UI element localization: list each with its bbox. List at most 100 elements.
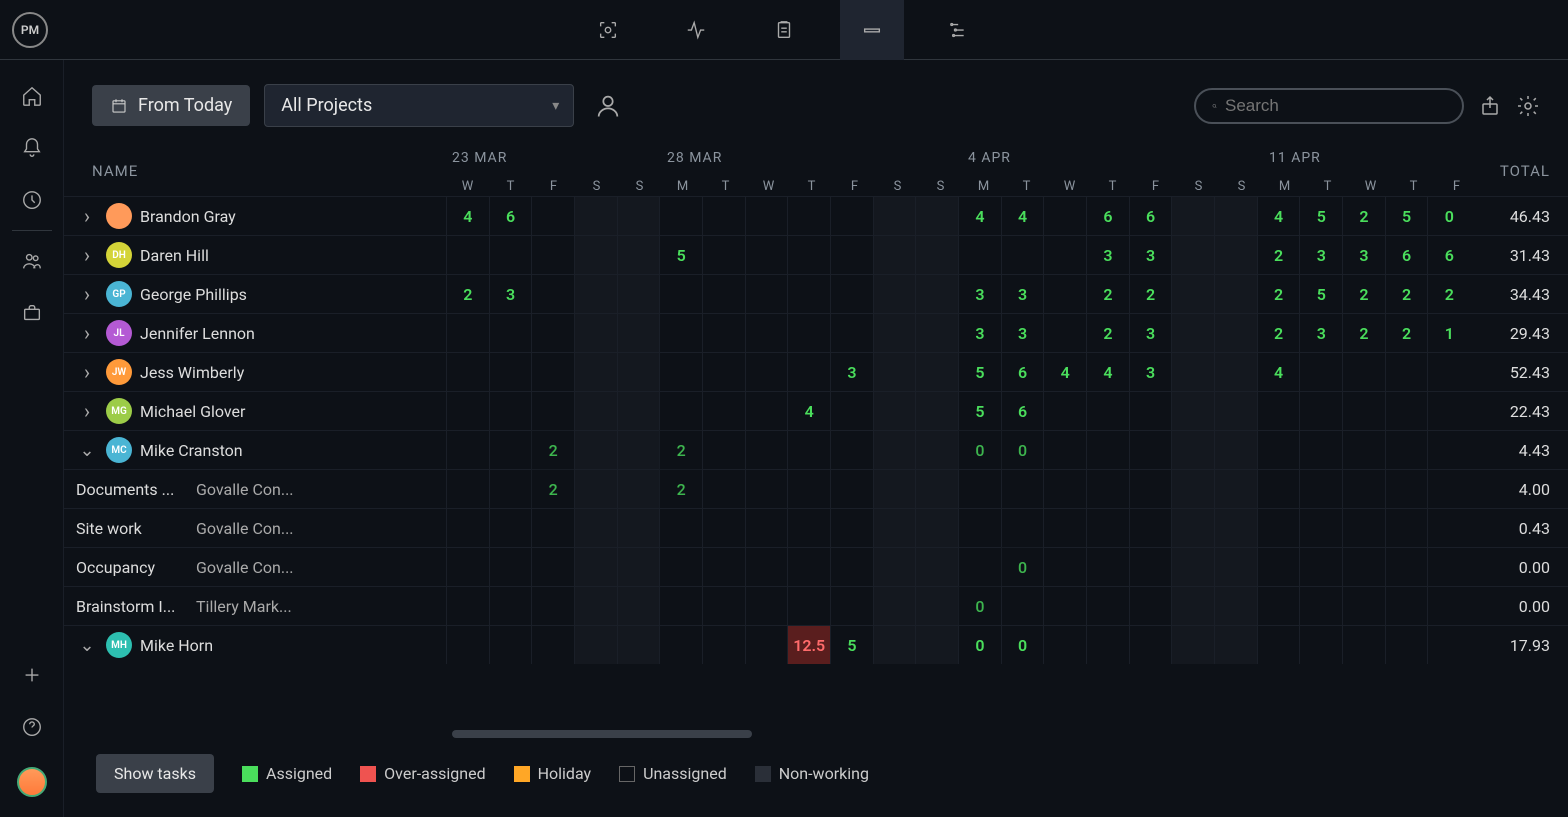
workload-cell[interactable]: 6	[1001, 352, 1044, 391]
chevron-down-icon[interactable]: ⌄	[76, 440, 98, 461]
workload-cell[interactable]: 2	[1257, 274, 1300, 313]
workload-cell[interactable]: 5	[1385, 196, 1428, 235]
workload-cell[interactable]: 2	[659, 469, 702, 508]
workload-cell[interactable]	[1001, 235, 1044, 274]
workload-cell[interactable]	[617, 391, 660, 430]
workload-cell[interactable]	[1214, 196, 1257, 235]
workload-cell[interactable]	[531, 196, 574, 235]
workload-cell[interactable]: 4	[1257, 352, 1300, 391]
view-workload-icon[interactable]	[840, 0, 904, 60]
workload-cell[interactable]	[830, 586, 873, 625]
workload-cell[interactable]	[1257, 508, 1300, 547]
workload-cell[interactable]	[489, 391, 532, 430]
workload-cell[interactable]	[617, 469, 660, 508]
workload-cell[interactable]: 5	[1299, 274, 1342, 313]
workload-cell[interactable]	[1427, 508, 1470, 547]
workload-cell[interactable]	[489, 235, 532, 274]
workload-cell[interactable]	[531, 235, 574, 274]
workload-cell[interactable]	[1257, 547, 1300, 586]
workload-cell[interactable]: 6	[1385, 235, 1428, 274]
workload-cell[interactable]	[446, 391, 489, 430]
workload-cell[interactable]	[446, 313, 489, 352]
workload-cell[interactable]	[617, 352, 660, 391]
workload-cell[interactable]	[830, 508, 873, 547]
workload-cell[interactable]	[1129, 430, 1172, 469]
workload-cell[interactable]	[1257, 430, 1300, 469]
workload-cell[interactable]	[787, 352, 830, 391]
workload-cell[interactable]	[617, 547, 660, 586]
workload-cell[interactable]	[446, 508, 489, 547]
workload-cell[interactable]: 3	[958, 313, 1001, 352]
workload-cell[interactable]	[446, 469, 489, 508]
workload-cell[interactable]	[531, 391, 574, 430]
workload-cell[interactable]	[446, 547, 489, 586]
workload-cell[interactable]	[915, 274, 958, 313]
subtask-row[interactable]: OccupancyGovalle Con...	[64, 547, 446, 586]
workload-cell[interactable]	[745, 196, 788, 235]
workload-cell[interactable]	[873, 235, 916, 274]
workload-cell[interactable]	[745, 547, 788, 586]
workload-cell[interactable]	[1257, 469, 1300, 508]
workload-cell[interactable]	[1043, 547, 1086, 586]
workload-cell[interactable]	[1086, 547, 1129, 586]
workload-cell[interactable]: 2	[659, 430, 702, 469]
workload-cell[interactable]: 5	[958, 352, 1001, 391]
chevron-right-icon[interactable]: ›	[76, 243, 98, 267]
workload-cell[interactable]: 2	[531, 430, 574, 469]
view-activity-icon[interactable]	[664, 0, 728, 60]
workload-cell[interactable]	[531, 586, 574, 625]
workload-cell[interactable]	[1171, 547, 1214, 586]
workload-cell[interactable]: 3	[1299, 235, 1342, 274]
workload-cell[interactable]	[745, 625, 788, 664]
workload-cell[interactable]	[830, 391, 873, 430]
workload-cell[interactable]	[787, 469, 830, 508]
workload-cell[interactable]	[702, 391, 745, 430]
workload-cell[interactable]	[1171, 352, 1214, 391]
workload-cell[interactable]	[915, 391, 958, 430]
workload-cell[interactable]	[1043, 196, 1086, 235]
workload-cell[interactable]: 3	[1129, 235, 1172, 274]
subtask-row[interactable]: Site workGovalle Con...	[64, 508, 446, 547]
workload-cell[interactable]	[574, 625, 617, 664]
workload-cell[interactable]: 3	[1342, 235, 1385, 274]
workload-cell[interactable]: 4	[1043, 352, 1086, 391]
workload-cell[interactable]	[873, 313, 916, 352]
workload-cell[interactable]: 2	[1342, 274, 1385, 313]
search-input[interactable]	[1225, 96, 1446, 116]
workload-cell[interactable]	[1299, 352, 1342, 391]
workload-cell[interactable]	[873, 586, 916, 625]
workload-cell[interactable]	[1342, 586, 1385, 625]
workload-cell[interactable]: 4	[1086, 352, 1129, 391]
workload-cell[interactable]	[659, 313, 702, 352]
search-box[interactable]	[1194, 88, 1464, 124]
workload-cell[interactable]	[958, 235, 1001, 274]
workload-cell[interactable]	[1171, 274, 1214, 313]
horizontal-scrollbar[interactable]	[452, 730, 752, 738]
person-row[interactable]: ›MGMichael Glover	[64, 391, 446, 430]
workload-cell[interactable]: 0	[958, 625, 1001, 664]
subtask-row[interactable]: Brainstorm I...Tillery Mark...	[64, 586, 446, 625]
workload-cell[interactable]	[1385, 508, 1428, 547]
workload-cell[interactable]	[745, 391, 788, 430]
workload-cell[interactable]	[915, 352, 958, 391]
workload-cell[interactable]	[1427, 352, 1470, 391]
workload-cell[interactable]: 4	[958, 196, 1001, 235]
workload-cell[interactable]	[1257, 586, 1300, 625]
workload-cell[interactable]	[1171, 625, 1214, 664]
workload-cell[interactable]	[1086, 391, 1129, 430]
workload-cell[interactable]	[1043, 469, 1086, 508]
workload-cell[interactable]	[574, 235, 617, 274]
filter-person-icon[interactable]	[594, 92, 622, 120]
workload-cell[interactable]: 3	[1001, 274, 1044, 313]
workload-cell[interactable]	[446, 430, 489, 469]
chevron-right-icon[interactable]: ›	[76, 282, 98, 306]
workload-cell[interactable]	[489, 469, 532, 508]
workload-cell[interactable]	[1427, 469, 1470, 508]
workload-cell[interactable]	[1427, 391, 1470, 430]
notification-icon[interactable]	[20, 136, 44, 160]
workload-cell[interactable]: 1	[1427, 313, 1470, 352]
workload-cell[interactable]	[702, 586, 745, 625]
workload-cell[interactable]	[915, 469, 958, 508]
workload-cell[interactable]	[446, 352, 489, 391]
settings-icon[interactable]	[1516, 94, 1540, 118]
